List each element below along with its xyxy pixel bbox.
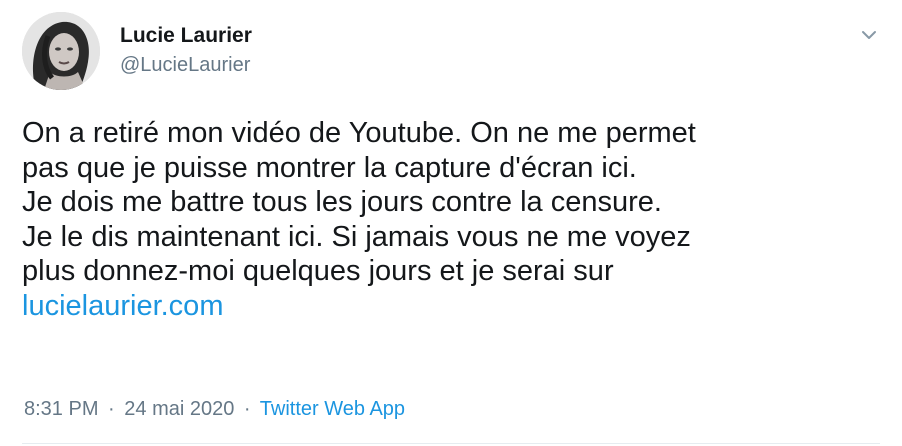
meta-separator: · (108, 398, 115, 420)
tweet-card: Lucie Laurier @LucieLaurier On a retiré … (0, 0, 902, 446)
tweet-body: On a retiré mon vidéo de Youtube. On ne … (22, 117, 696, 287)
divider (22, 443, 880, 444)
website-link[interactable]: lucielaurier.com (22, 290, 223, 322)
tweet-time[interactable]: 8:31 PM (24, 398, 98, 420)
author-name[interactable]: Lucie Laurier (120, 24, 252, 48)
source-app-link[interactable]: Twitter Web App (260, 398, 405, 420)
tweet-header: Lucie Laurier @LucieLaurier (22, 10, 882, 90)
tweet-meta: 8:31 PM · 24 mai 2020 · Twitter Web App (24, 398, 405, 421)
profile-photo-icon (22, 12, 100, 90)
author-handle[interactable]: @LucieLaurier (120, 54, 250, 77)
meta-separator: · (243, 398, 251, 420)
tweet-text: On a retiré mon vidéo de Youtube. On ne … (22, 116, 872, 323)
tweet-date[interactable]: 24 mai 2020 (124, 398, 234, 420)
avatar[interactable] (22, 12, 100, 90)
chevron-down-icon[interactable] (856, 22, 882, 48)
